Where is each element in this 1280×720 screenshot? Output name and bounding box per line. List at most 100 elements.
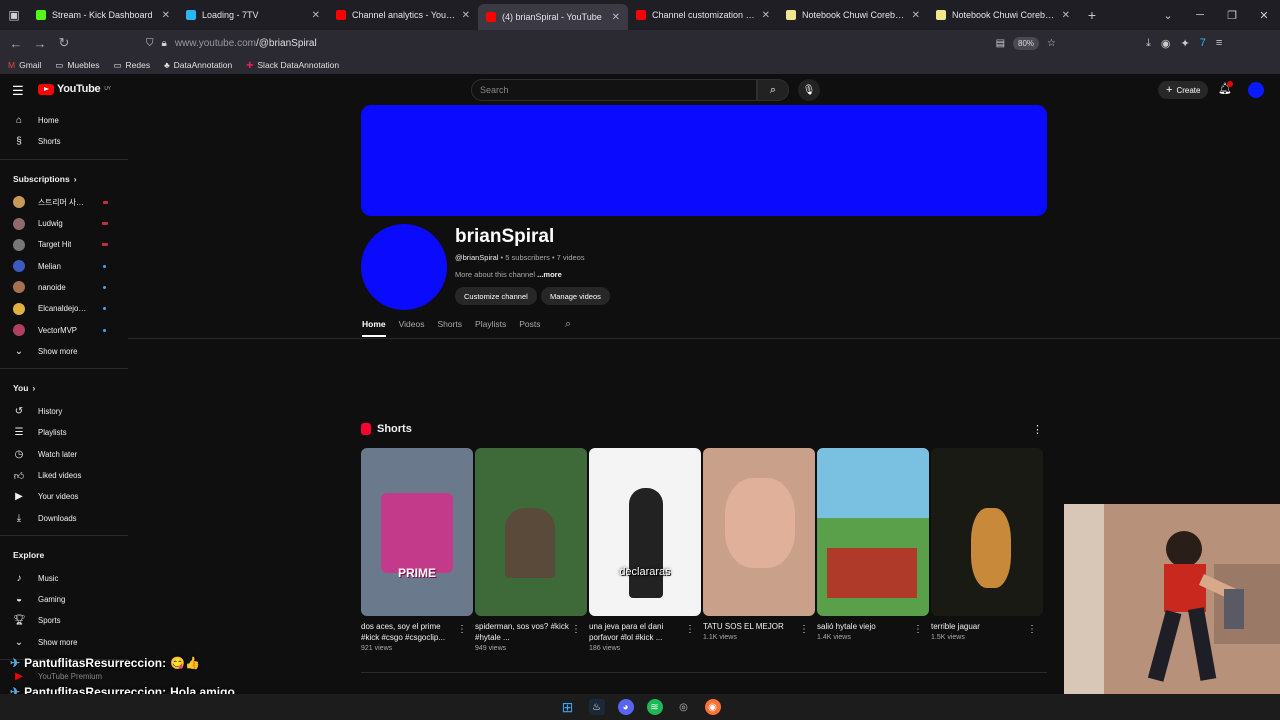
short-card[interactable]: declararas una jeva para el dani porfavo…	[589, 448, 701, 652]
short-card[interactable]: salió hytale viejo 1.4K views ⋮	[817, 448, 929, 641]
url-text[interactable]: www.youtube.com/@brianSpiral	[175, 38, 317, 49]
short-card[interactable]: PRIME dos aces, soy el prime #kick #csgo…	[361, 448, 473, 652]
channel-about[interactable]: More about this channel ...more	[455, 270, 562, 279]
explore-show-more[interactable]: ⌄ Show more	[0, 632, 128, 653]
youtube-logo[interactable]: YouTube UY	[38, 83, 111, 95]
maximize-button[interactable]: ❐	[1216, 0, 1248, 30]
subscription-item[interactable]: nanoide	[0, 277, 128, 298]
tab-overview-icon[interactable]: ▣	[0, 0, 28, 30]
zoom-badge[interactable]: 80%	[1013, 36, 1040, 50]
tab-close-icon[interactable]: ✕	[162, 10, 170, 21]
subscription-item[interactable]: 스트리머 사또 liv...	[0, 192, 128, 213]
bookmark-slack[interactable]: ✚ Slack DataAnnotation	[246, 60, 339, 71]
bookmark-star-icon[interactable]: ☆	[1047, 38, 1056, 49]
url-bar[interactable]: ⛉ 🔒︎ www.youtube.com/@brianSpiral ▤ 80% …	[146, 32, 1056, 54]
lock-icon[interactable]: 🔒︎	[162, 38, 167, 49]
spotify-icon[interactable]: ≋	[646, 699, 663, 715]
sidebar-item-liked-videos[interactable]: 👍︎ Liked videos	[0, 465, 128, 486]
obs-icon[interactable]: ◎	[676, 699, 692, 715]
search-button[interactable]: ⌕	[757, 79, 789, 101]
short-title[interactable]: salió hytale viejo	[817, 621, 913, 632]
menu-icon[interactable]: ≡	[1216, 37, 1222, 50]
tab-close-icon[interactable]: ✕	[1062, 10, 1070, 21]
short-more-icon[interactable]: ⋮	[571, 624, 581, 635]
tab-close-icon[interactable]: ✕	[462, 10, 470, 21]
tab-close-icon[interactable]: ✕	[612, 12, 620, 23]
tab-home[interactable]: Home	[362, 319, 386, 337]
sidebar-item-your-videos[interactable]: ▶ Your videos	[0, 486, 128, 507]
7tv-extension-icon[interactable]: 7	[1200, 37, 1206, 50]
minimize-button[interactable]: ─	[1184, 0, 1216, 30]
search-input[interactable]: Search	[471, 79, 757, 101]
sidebar-item-gaming[interactable]: ◒ Gaming	[0, 589, 128, 610]
short-card[interactable]: spiderman, sos vos? #kick #hytale ... 94…	[475, 448, 587, 652]
short-more-icon[interactable]: ⋮	[913, 624, 923, 635]
download-icon[interactable]: ⤓	[1146, 37, 1151, 50]
windows-start-icon[interactable]: ⊞	[560, 699, 576, 715]
close-window-button[interactable]: ✕	[1248, 0, 1280, 30]
tab-close-icon[interactable]: ✕	[312, 10, 320, 21]
browser-tab[interactable]: Notebook Chuwi Corebook X C ✕	[778, 0, 928, 30]
subscription-item[interactable]: VectorMVP	[0, 319, 128, 340]
browser-tab[interactable]: (4) brianSpiral - YouTube ✕	[478, 4, 628, 30]
short-card[interactable]: terrible jaguar 1.5K views ⋮	[931, 448, 1043, 641]
short-thumbnail[interactable]	[475, 448, 587, 616]
manage-videos-button[interactable]: Manage videos	[541, 287, 610, 305]
short-more-icon[interactable]: ⋮	[799, 624, 809, 635]
bookmark-muebles[interactable]: ▭ Muebles	[55, 60, 99, 71]
short-more-icon[interactable]: ⋮	[457, 624, 467, 635]
browser-tab[interactable]: Channel customization - YouTub ✕	[628, 0, 778, 30]
short-title[interactable]: una jeva para el dani porfavor #lol #kic…	[589, 621, 685, 643]
bookmark-gmail[interactable]: M Gmail	[8, 60, 41, 70]
subscriptions-header[interactable]: Subscriptions ›	[0, 166, 128, 192]
tab-close-icon[interactable]: ✕	[762, 10, 770, 21]
subscription-item[interactable]: Melian	[0, 255, 128, 276]
subscriptions-show-more[interactable]: ⌄ Show more	[0, 341, 128, 362]
extensions-icon[interactable]: ✦	[1180, 37, 1189, 50]
subscription-item[interactable]: Ludwig	[0, 213, 128, 234]
you-header[interactable]: You ›	[0, 375, 128, 401]
firefox-icon[interactable]: ◉	[704, 699, 721, 715]
shield-icon[interactable]: ⛉	[146, 38, 154, 49]
tab-videos[interactable]: Videos	[399, 319, 425, 337]
account-icon[interactable]: ◉	[1161, 37, 1171, 50]
short-thumbnail[interactable]	[931, 448, 1043, 616]
browser-tab[interactable]: Loading - 7TV ✕	[178, 0, 328, 30]
channel-avatar[interactable]	[361, 224, 447, 310]
browser-tab[interactable]: Channel analytics - YouTube Stu ✕	[328, 0, 478, 30]
subscription-item[interactable]: Target Hit	[0, 234, 128, 255]
tab-posts[interactable]: Posts	[519, 319, 540, 337]
sidebar-item-shorts[interactable]: § Shorts	[0, 131, 128, 152]
shelf-more-icon[interactable]: ⋮	[1032, 423, 1043, 436]
tab-list-icon[interactable]: ⌄	[1152, 0, 1184, 30]
subscription-item[interactable]: Elcanaldejoaco	[0, 298, 128, 319]
bookmark-dataannotation[interactable]: ♣ DataAnnotation	[164, 60, 232, 70]
sidebar-item-sports[interactable]: 🏆︎ Sports	[0, 610, 128, 631]
browser-tab[interactable]: Stream - Kick Dashboard ✕	[28, 0, 178, 30]
create-button[interactable]: + Create	[1158, 81, 1209, 99]
voice-search-button[interactable]: 🎙︎	[798, 79, 820, 101]
forward-button[interactable]: →	[28, 31, 52, 55]
short-title[interactable]: dos aces, soy el prime #kick #csgo #csgo…	[361, 621, 457, 643]
reload-button[interactable]: ↻	[52, 31, 76, 55]
short-title[interactable]: terrible jaguar	[931, 621, 1027, 632]
new-tab-button[interactable]: +	[1078, 7, 1106, 23]
reader-icon[interactable]: ▤	[996, 38, 1005, 49]
steam-icon[interactable]: ♨	[588, 699, 605, 715]
sidebar-item-home[interactable]: ⌂ Home	[0, 110, 128, 131]
short-card[interactable]: TATU SOS EL MEJOR 1.1K views ⋮	[703, 448, 815, 641]
short-thumbnail[interactable]: PRIME	[361, 448, 473, 616]
short-thumbnail[interactable]: declararas	[589, 448, 701, 616]
short-more-icon[interactable]: ⋮	[1027, 624, 1037, 635]
tab-close-icon[interactable]: ✕	[912, 10, 920, 21]
browser-tab[interactable]: Notebook Chuwi Corebook X 1 ✕	[928, 0, 1078, 30]
back-button[interactable]: ←	[4, 31, 28, 55]
sidebar-item-downloads[interactable]: ⤓ Downloads	[0, 507, 128, 528]
hamburger-menu-icon[interactable]: ☰	[12, 83, 24, 99]
short-thumbnail[interactable]	[703, 448, 815, 616]
sidebar-item-playlists[interactable]: ☰ Playlists	[0, 422, 128, 443]
bookmark-redes[interactable]: ▭ Redes	[113, 60, 150, 71]
short-title[interactable]: TATU SOS EL MEJOR	[703, 621, 799, 632]
account-avatar[interactable]	[1248, 82, 1264, 98]
short-thumbnail[interactable]	[817, 448, 929, 616]
